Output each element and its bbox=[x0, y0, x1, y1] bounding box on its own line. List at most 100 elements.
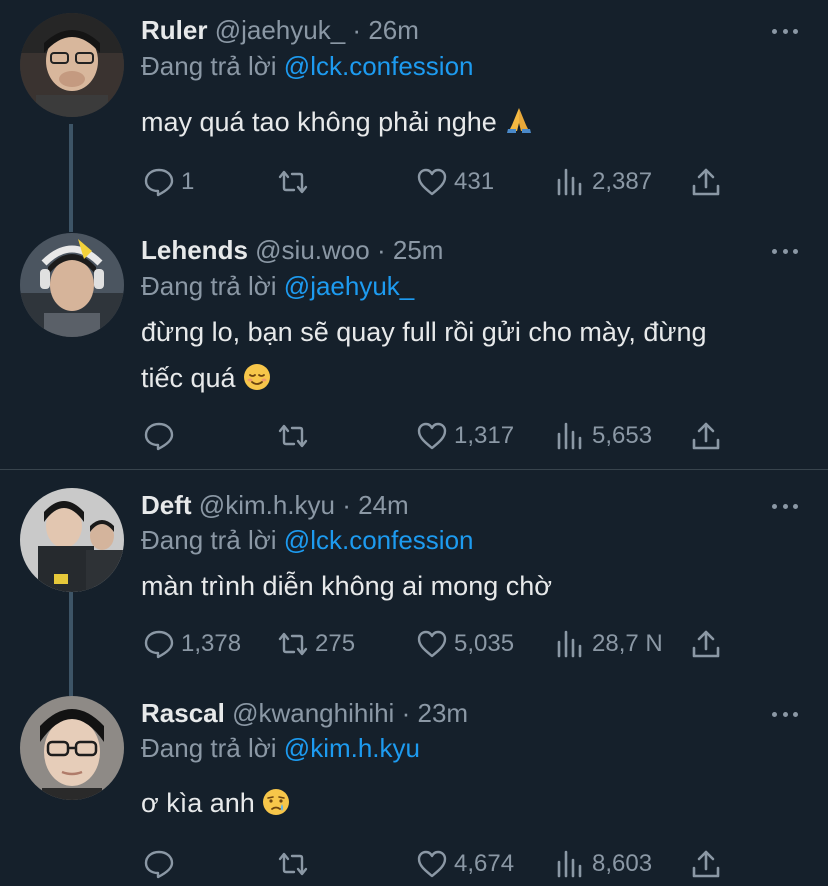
retweet-icon bbox=[278, 852, 308, 876]
share-button[interactable] bbox=[690, 846, 722, 882]
tweet-deft[interactable]: Deft @kim.h.kyu · 24m Đang trả lời @lck.… bbox=[0, 470, 828, 690]
display-name[interactable]: Ruler bbox=[141, 15, 207, 45]
avatar[interactable] bbox=[20, 13, 124, 117]
views-count: 28,7 N bbox=[592, 630, 663, 657]
reply-count: 1 bbox=[181, 168, 195, 195]
reply-button[interactable] bbox=[143, 418, 181, 454]
tweet-text-line: đừng lo, bạn sẽ quay full rồi gửi cho mà… bbox=[141, 317, 707, 347]
display-name[interactable]: Rascal bbox=[141, 698, 225, 728]
tweet-text-line-2: tiếc quá bbox=[141, 355, 791, 401]
reply-context: Đang trả lời @lck.confession bbox=[141, 49, 474, 83]
retweet-button[interactable] bbox=[277, 418, 315, 454]
reply-icon bbox=[144, 422, 174, 451]
tweet-header: Lehends @siu.woo · 25m bbox=[141, 233, 443, 267]
views-button[interactable]: 28,7 N bbox=[554, 626, 663, 662]
reply-count: 1,378 bbox=[181, 630, 242, 657]
views-count: 5,653 bbox=[592, 422, 653, 449]
like-count: 4,674 bbox=[454, 850, 515, 877]
share-button[interactable] bbox=[690, 626, 722, 662]
timestamp[interactable]: 23m bbox=[417, 698, 468, 728]
more-icon[interactable] bbox=[772, 18, 798, 44]
reply-mention[interactable]: @jaehyuk_ bbox=[284, 271, 414, 301]
action-bar: 4,674 8,603 bbox=[0, 846, 828, 882]
avatar-photo-icon bbox=[20, 696, 124, 800]
retweet-icon bbox=[278, 632, 308, 656]
display-name[interactable]: Deft bbox=[141, 490, 192, 520]
reply-button[interactable]: 1,378 bbox=[143, 626, 241, 662]
views-icon bbox=[557, 168, 582, 196]
avatar[interactable] bbox=[20, 488, 124, 592]
separator-dot: · bbox=[376, 235, 386, 265]
reply-prefix: Đang trả lời bbox=[141, 525, 277, 555]
reply-context: Đang trả lời @kim.h.kyu bbox=[141, 731, 420, 765]
like-button[interactable]: 4,674 bbox=[416, 846, 514, 882]
views-button[interactable]: 5,653 bbox=[554, 418, 652, 454]
like-button[interactable]: 1,317 bbox=[416, 418, 514, 454]
like-count: 5,035 bbox=[454, 630, 515, 657]
user-handle[interactable]: @siu.woo bbox=[255, 235, 370, 265]
tweet-header: Deft @kim.h.kyu · 24m bbox=[141, 488, 409, 522]
share-button[interactable] bbox=[690, 418, 722, 454]
timestamp[interactable]: 24m bbox=[358, 490, 409, 520]
share-button[interactable] bbox=[690, 164, 722, 200]
separator-dot: · bbox=[401, 698, 411, 728]
tweet-lehends[interactable]: Lehends @siu.woo · 25m Đang trả lời @jae… bbox=[0, 232, 828, 469]
tweet-ruler[interactable]: Ruler @jaehyuk_ · 26m Đang trả lời @lck.… bbox=[0, 0, 828, 232]
views-count: 8,603 bbox=[592, 850, 653, 877]
tweet-text: đừng lo, bạn sẽ quay full rồi gửi cho mà… bbox=[141, 309, 791, 401]
retweet-count: 275 bbox=[315, 630, 356, 657]
like-icon bbox=[417, 850, 447, 878]
share-icon bbox=[692, 168, 720, 196]
more-icon[interactable] bbox=[772, 493, 798, 519]
reply-icon bbox=[144, 850, 174, 879]
retweet-icon bbox=[278, 424, 308, 448]
reply-prefix: Đang trả lời bbox=[141, 51, 277, 81]
relieved-face-emoji-icon bbox=[244, 364, 271, 390]
tweet-text-body: ơ kìa anh bbox=[141, 788, 255, 818]
reply-context: Đang trả lời @jaehyuk_ bbox=[141, 269, 414, 303]
reply-mention[interactable]: @kim.h.kyu bbox=[284, 733, 420, 763]
avatar[interactable] bbox=[20, 233, 124, 337]
timestamp[interactable]: 25m bbox=[393, 235, 444, 265]
folded-hands-emoji-icon bbox=[507, 108, 532, 133]
retweet-button[interactable] bbox=[277, 164, 315, 200]
more-icon[interactable] bbox=[772, 238, 798, 264]
user-handle[interactable]: @kwanghihihi bbox=[232, 698, 394, 728]
views-button[interactable]: 2,387 bbox=[554, 164, 652, 200]
reply-mention[interactable]: @lck.confession bbox=[284, 525, 474, 555]
avatar-photo-icon bbox=[20, 13, 124, 117]
retweet-button[interactable] bbox=[277, 846, 315, 882]
tweet-header: Rascal @kwanghihihi · 23m bbox=[141, 696, 468, 730]
retweet-icon bbox=[278, 170, 308, 194]
tweet-rascal[interactable]: Rascal @kwanghihihi · 23m Đang trả lời @… bbox=[0, 690, 828, 886]
avatar[interactable] bbox=[20, 696, 124, 800]
views-button[interactable]: 8,603 bbox=[554, 846, 652, 882]
user-handle[interactable]: @jaehyuk_ bbox=[215, 15, 345, 45]
views-icon bbox=[557, 422, 582, 450]
reply-mention[interactable]: @lck.confession bbox=[284, 51, 474, 81]
views-icon bbox=[557, 850, 582, 878]
reply-prefix: Đang trả lời bbox=[141, 271, 277, 301]
reply-button[interactable] bbox=[143, 846, 181, 882]
user-handle[interactable]: @kim.h.kyu bbox=[199, 490, 335, 520]
more-icon[interactable] bbox=[772, 701, 798, 727]
retweet-button[interactable]: 275 bbox=[277, 626, 355, 662]
like-icon bbox=[417, 422, 447, 450]
crying-face-emoji-icon bbox=[263, 789, 290, 815]
tweet-text: may quá tao không phải nghe bbox=[141, 99, 791, 145]
views-count: 2,387 bbox=[592, 168, 653, 195]
timestamp[interactable]: 26m bbox=[368, 15, 419, 45]
reply-context: Đang trả lời @lck.confession bbox=[141, 523, 474, 557]
like-count: 431 bbox=[454, 168, 495, 195]
tweet-text: ơ kìa anh bbox=[141, 780, 791, 826]
action-bar: 1,317 5,653 bbox=[0, 418, 828, 454]
views-icon bbox=[557, 630, 582, 658]
reply-button[interactable]: 1 bbox=[143, 164, 194, 200]
like-icon bbox=[417, 630, 447, 658]
display-name[interactable]: Lehends bbox=[141, 235, 248, 265]
like-count: 1,317 bbox=[454, 422, 515, 449]
like-button[interactable]: 431 bbox=[416, 164, 494, 200]
like-button[interactable]: 5,035 bbox=[416, 626, 514, 662]
reply-icon bbox=[144, 168, 174, 197]
share-icon bbox=[692, 422, 720, 450]
